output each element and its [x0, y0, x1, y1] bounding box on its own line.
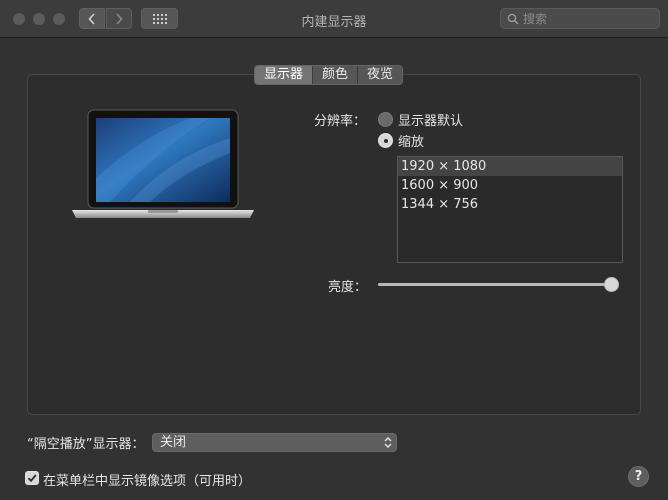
tab-bar: 显示器 颜色 夜览 — [254, 65, 404, 85]
airplay-display-value: 关闭 — [160, 435, 187, 450]
airplay-display-label: “隔空播放”显示器： — [27, 437, 145, 452]
help-button[interactable]: ? — [628, 466, 649, 487]
search-placeholder: 搜索 — [523, 12, 548, 26]
checkmark-icon — [27, 474, 37, 483]
list-item[interactable]: 1600 × 900 — [398, 176, 622, 195]
radio-scaled-label: 缩放 — [398, 135, 425, 150]
list-item[interactable]: 1920 × 1080 — [398, 157, 622, 176]
brightness-slider-fill — [378, 283, 609, 286]
airplay-display-select[interactable]: 关闭 — [152, 433, 397, 452]
resolution-list[interactable]: 1920 × 1080 1600 × 900 1344 × 756 — [397, 156, 623, 263]
brightness-slider-track[interactable] — [378, 283, 616, 286]
tab-night-shift[interactable]: 夜览 — [358, 66, 403, 84]
radio-default-label: 显示器默认 — [398, 114, 464, 129]
updown-arrows-icon — [384, 437, 392, 448]
laptop-illustration — [72, 109, 254, 218]
resolution-scaled-option[interactable]: 缩放 — [378, 131, 424, 150]
mirror-options-checkbox[interactable] — [25, 471, 39, 485]
resolution-label: 分辨率： — [314, 114, 367, 129]
title-bar: 内建显示器 搜索 — [0, 0, 668, 38]
list-item[interactable]: 1344 × 756 — [398, 195, 622, 214]
tab-color[interactable]: 颜色 — [313, 66, 359, 84]
brightness-label: 亮度： — [328, 280, 368, 295]
search-icon — [507, 13, 519, 25]
search-field[interactable]: 搜索 — [500, 8, 660, 29]
tab-display[interactable]: 显示器 — [255, 66, 314, 84]
resolution-default-option[interactable]: 显示器默认 — [378, 110, 463, 129]
mirror-options-label: 在菜单栏中显示镜像选项（可用时） — [43, 474, 252, 489]
radio-scaled[interactable] — [378, 133, 393, 148]
radio-default[interactable] — [378, 112, 393, 127]
brightness-slider-knob[interactable] — [604, 277, 619, 292]
